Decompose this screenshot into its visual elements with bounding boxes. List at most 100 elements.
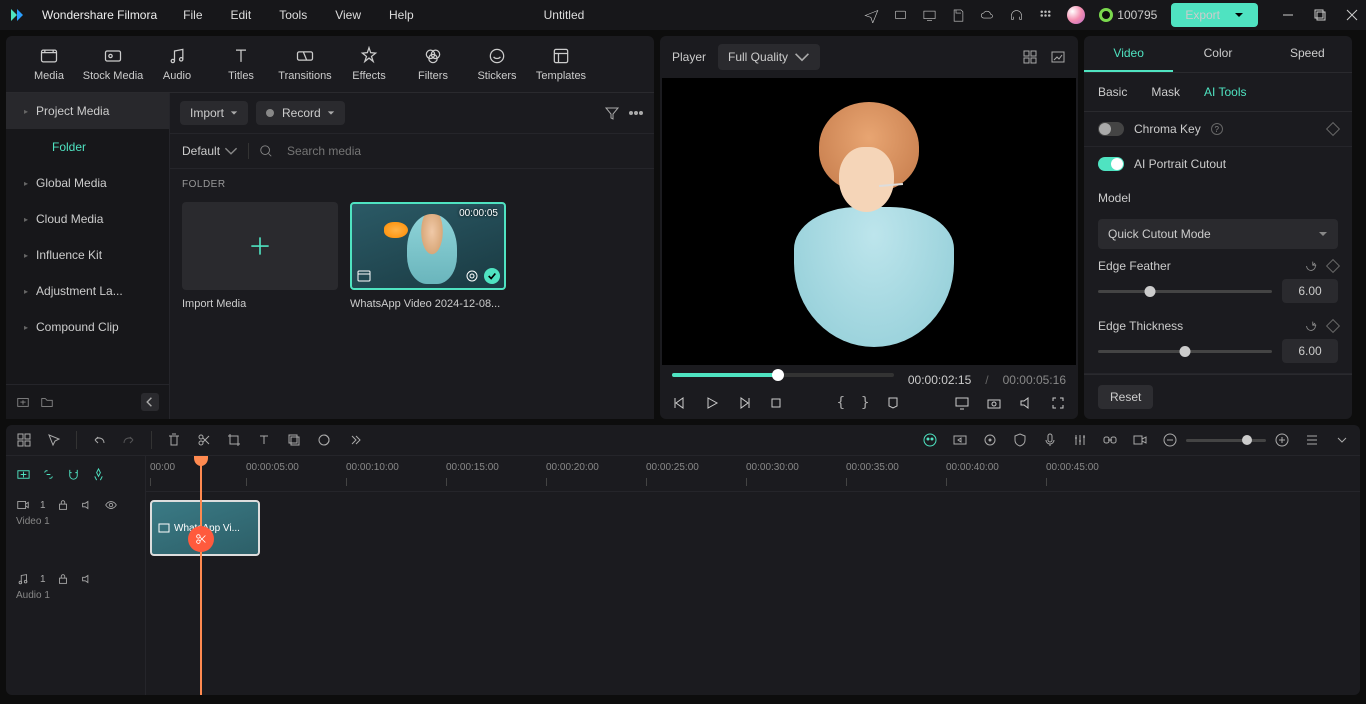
- new-bin-icon[interactable]: [16, 395, 30, 409]
- subtab-ai-tools[interactable]: AI Tools: [1204, 81, 1246, 103]
- subtab-mask[interactable]: Mask: [1151, 81, 1180, 103]
- model-select[interactable]: Quick Cutout Mode: [1098, 219, 1338, 249]
- reset-icon[interactable]: [1304, 319, 1318, 333]
- time-ruler[interactable]: 00:00 00:00:05:00 00:00:10:00 00:00:15:0…: [146, 456, 1360, 492]
- zoom-slider[interactable]: [1186, 439, 1266, 442]
- export-button[interactable]: Export: [1171, 3, 1258, 27]
- import-dropdown[interactable]: Import: [180, 101, 248, 125]
- undo-icon[interactable]: [91, 432, 107, 448]
- tab-filters[interactable]: Filters: [402, 46, 464, 82]
- mark-out-icon[interactable]: }: [861, 395, 869, 411]
- sidebar-compound-clip[interactable]: Compound Clip: [6, 309, 169, 345]
- close-icon[interactable]: [1346, 9, 1358, 21]
- menu-help[interactable]: Help: [389, 8, 414, 22]
- search-input[interactable]: [283, 140, 642, 162]
- marker-dropdown-icon[interactable]: [885, 395, 901, 411]
- feather-slider[interactable]: [1098, 290, 1272, 293]
- playhead-split-button[interactable]: [188, 526, 214, 552]
- thickness-slider[interactable]: [1098, 350, 1272, 353]
- record-tool-icon[interactable]: [1132, 432, 1148, 448]
- menu-edit[interactable]: Edit: [231, 8, 252, 22]
- redo-icon[interactable]: [121, 432, 137, 448]
- video-track[interactable]: WhatsApp Vi...: [146, 492, 1360, 566]
- subtab-basic[interactable]: Basic: [1098, 81, 1127, 103]
- sidebar-cloud-media[interactable]: Cloud Media: [6, 201, 169, 237]
- prev-frame-icon[interactable]: [672, 395, 688, 411]
- lock-icon[interactable]: [56, 572, 70, 586]
- volume-icon[interactable]: [1018, 395, 1034, 411]
- preview-viewport[interactable]: [662, 78, 1076, 365]
- tab-stock[interactable]: Stock Media: [82, 46, 144, 82]
- more-tools-icon[interactable]: [346, 432, 362, 448]
- progress-bar[interactable]: [672, 373, 894, 377]
- speed-icon[interactable]: [952, 432, 968, 448]
- filter-icon[interactable]: [604, 105, 620, 121]
- tab-audio[interactable]: Audio: [146, 46, 208, 82]
- sidebar-folder[interactable]: Folder: [6, 129, 169, 165]
- play-icon[interactable]: [704, 395, 720, 411]
- device-icon[interactable]: [893, 8, 908, 23]
- cloud-icon[interactable]: [980, 8, 995, 23]
- timeline-settings-icon[interactable]: [1334, 432, 1350, 448]
- mic-icon[interactable]: [1042, 432, 1058, 448]
- reset-icon[interactable]: [1304, 259, 1318, 273]
- more-icon[interactable]: [628, 105, 644, 121]
- link-icon[interactable]: [1102, 432, 1118, 448]
- headphones-icon[interactable]: [1009, 8, 1024, 23]
- timeline-tracks[interactable]: 00:00 00:00:05:00 00:00:10:00 00:00:15:0…: [146, 456, 1360, 695]
- copy-icon[interactable]: [286, 432, 302, 448]
- thickness-value[interactable]: 6.00: [1282, 339, 1338, 363]
- text-icon[interactable]: [256, 432, 272, 448]
- tab-video[interactable]: Video: [1084, 36, 1173, 72]
- coin-balance[interactable]: 100795: [1099, 8, 1157, 22]
- delete-icon[interactable]: [166, 432, 182, 448]
- tab-media[interactable]: Media: [18, 46, 80, 82]
- shield-icon[interactable]: [1012, 432, 1028, 448]
- sidebar-adjustment-layer[interactable]: Adjustment La...: [6, 273, 169, 309]
- add-track-icon[interactable]: [16, 467, 31, 482]
- sidebar-influence-kit[interactable]: Influence Kit: [6, 237, 169, 273]
- chroma-toggle[interactable]: [1098, 122, 1124, 136]
- sidebar-global-media[interactable]: Global Media: [6, 165, 169, 201]
- snapshot-icon[interactable]: [986, 395, 1002, 411]
- keyframe-icon[interactable]: [982, 432, 998, 448]
- magnet-icon[interactable]: [66, 467, 81, 482]
- reset-button[interactable]: Reset: [1098, 385, 1153, 409]
- next-frame-icon[interactable]: [736, 395, 752, 411]
- audio-track[interactable]: [146, 566, 1360, 640]
- maximize-icon[interactable]: [1314, 9, 1326, 21]
- new-folder-icon[interactable]: [40, 395, 54, 409]
- view-options-icon[interactable]: [1304, 432, 1320, 448]
- color-icon[interactable]: [316, 432, 332, 448]
- portrait-toggle[interactable]: [1098, 157, 1124, 171]
- keyframe-diamond-icon[interactable]: [1326, 122, 1340, 136]
- layout-icon[interactable]: [16, 432, 32, 448]
- tab-titles[interactable]: Titles: [210, 46, 272, 82]
- mute-icon[interactable]: [80, 498, 94, 512]
- mark-in-icon[interactable]: {: [837, 395, 845, 411]
- tab-effects[interactable]: Effects: [338, 46, 400, 82]
- keyframe-diamond-icon[interactable]: [1326, 319, 1340, 333]
- help-icon[interactable]: ?: [1211, 123, 1223, 135]
- zoom-out-icon[interactable]: [1162, 432, 1178, 448]
- tab-templates[interactable]: Templates: [530, 46, 592, 82]
- lock-icon[interactable]: [56, 498, 70, 512]
- record-dropdown[interactable]: Record: [256, 101, 345, 125]
- menu-file[interactable]: File: [183, 8, 202, 22]
- visibility-icon[interactable]: [104, 498, 118, 512]
- mute-icon[interactable]: [80, 572, 94, 586]
- quality-dropdown[interactable]: Full Quality: [718, 44, 820, 70]
- select-icon[interactable]: [46, 432, 62, 448]
- apps-icon[interactable]: [1038, 8, 1053, 23]
- media-clip[interactable]: 00:00:05 WhatsApp Video 2024-12-08...: [350, 202, 506, 310]
- mixer-icon[interactable]: [1072, 432, 1088, 448]
- import-media-tile[interactable]: Import Media: [182, 202, 338, 310]
- save-icon[interactable]: [951, 8, 966, 23]
- tab-color[interactable]: Color: [1173, 36, 1262, 72]
- tab-speed[interactable]: Speed: [1263, 36, 1352, 72]
- grid-view-icon[interactable]: [1022, 49, 1038, 65]
- menu-view[interactable]: View: [335, 8, 361, 22]
- stop-icon[interactable]: [768, 395, 784, 411]
- split-icon[interactable]: [196, 432, 212, 448]
- sort-dropdown[interactable]: Default: [182, 144, 238, 158]
